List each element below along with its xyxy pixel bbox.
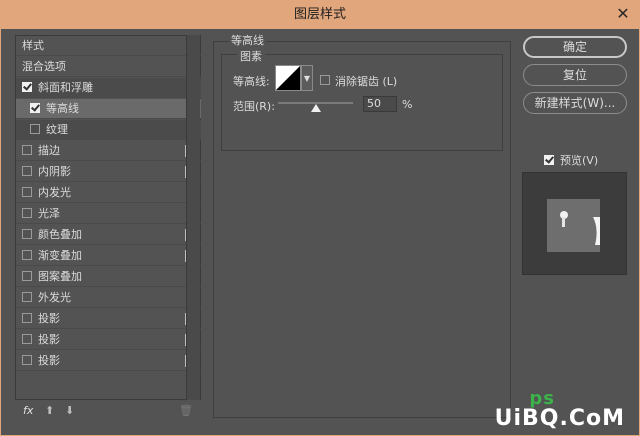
- preview-checkbox-icon[interactable]: [544, 155, 554, 165]
- watermark-logo: ps UiBQ.CoM: [494, 388, 625, 431]
- style-item-label: 颜色叠加: [38, 228, 82, 241]
- range-label: 范围(R):: [233, 100, 275, 113]
- style-item-drop-shadow[interactable]: 投影 +: [16, 330, 201, 350]
- checkbox-icon[interactable]: [22, 334, 32, 344]
- contour-picker[interactable]: [275, 65, 301, 91]
- ok-button[interactable]: 确定: [523, 36, 627, 58]
- fx-icon[interactable]: fx: [23, 404, 33, 417]
- contour-label: 等高线:: [233, 75, 270, 88]
- checkbox-icon[interactable]: [22, 313, 32, 323]
- style-item-label: 投影: [38, 312, 60, 325]
- style-item-texture[interactable]: 纹理: [16, 120, 201, 140]
- checkbox-icon[interactable]: [30, 124, 40, 134]
- checkbox-icon[interactable]: [22, 166, 32, 176]
- style-item-bevel-emboss[interactable]: 斜面和浮雕: [16, 78, 201, 98]
- range-input[interactable]: 50: [363, 96, 397, 112]
- style-item-label: 等高线: [46, 102, 79, 115]
- contour-curve-icon: [276, 66, 300, 90]
- style-item-label: 斜面和浮雕: [38, 81, 93, 94]
- style-item-label: 内阴影: [38, 165, 71, 178]
- styles-header[interactable]: 样式: [16, 36, 201, 56]
- style-item-stroke[interactable]: 描边 +: [16, 141, 201, 161]
- style-item-label: 外发光: [38, 291, 71, 304]
- trash-icon[interactable]: 🗑: [179, 404, 193, 417]
- antialias-checkbox[interactable]: [320, 75, 330, 85]
- style-item-gradient-overlay[interactable]: 渐变叠加 +: [16, 246, 201, 266]
- watermark-ps: ps: [529, 388, 555, 409]
- style-item-pattern-overlay[interactable]: 图案叠加: [16, 267, 201, 287]
- panel-title: 等高线: [229, 32, 266, 48]
- blend-options-item[interactable]: 混合选项: [16, 57, 201, 77]
- style-item-inner-glow[interactable]: 内发光: [16, 183, 201, 203]
- range-slider-thumb[interactable]: [310, 104, 321, 112]
- style-item-label: 投影: [38, 354, 60, 367]
- style-item-drop-shadow[interactable]: 投影 +: [16, 309, 201, 329]
- style-item-label: 描边: [38, 144, 60, 157]
- style-item-label: 渐变叠加: [38, 249, 82, 262]
- checkbox-icon[interactable]: [22, 250, 32, 260]
- antialias-label[interactable]: 消除锯齿 (L): [335, 73, 397, 89]
- window-title: 图层样式: [293, 7, 346, 22]
- checkbox-icon[interactable]: [22, 229, 32, 239]
- reset-button[interactable]: 复位: [523, 64, 627, 86]
- arrow-down-icon[interactable]: ⬇: [65, 404, 74, 417]
- style-item-label: 纹理: [46, 123, 68, 136]
- checkbox-icon[interactable]: [22, 82, 32, 92]
- group-title: 图素: [237, 48, 265, 64]
- preview-swatch: [547, 199, 600, 252]
- style-item-inner-shadow[interactable]: 内阴影 +: [16, 162, 201, 182]
- style-item-label: 投影: [38, 333, 60, 346]
- preview-image: [547, 199, 600, 252]
- checkbox-icon[interactable]: [22, 355, 32, 365]
- checkbox-icon[interactable]: [30, 103, 40, 113]
- checkbox-icon[interactable]: [22, 187, 32, 197]
- checkbox-icon[interactable]: [22, 145, 32, 155]
- preview-label: 预览(V): [560, 154, 599, 167]
- style-item-label: 图案叠加: [38, 270, 82, 283]
- title-bar: 图层样式 ✕: [0, 0, 640, 29]
- style-item-color-overlay[interactable]: 颜色叠加 +: [16, 225, 201, 245]
- arrow-up-icon[interactable]: ⬆: [45, 404, 54, 417]
- checkbox-icon[interactable]: [22, 208, 32, 218]
- style-list-toolbar: fx ⬆ ⬇ 🗑: [21, 404, 201, 422]
- watermark-text: UiBQ.CoM: [494, 406, 625, 431]
- style-item-satin[interactable]: 光泽: [16, 204, 201, 224]
- style-item-label: 内发光: [38, 186, 71, 199]
- checkbox-icon[interactable]: [22, 292, 32, 302]
- range-unit: %: [402, 98, 413, 111]
- checkbox-icon[interactable]: [22, 271, 32, 281]
- style-item-outer-glow[interactable]: 外发光: [16, 288, 201, 308]
- style-item-label: 光泽: [38, 207, 60, 220]
- style-item-contour[interactable]: 等高线: [16, 99, 201, 119]
- close-button[interactable]: ✕: [612, 4, 634, 24]
- chevron-down-icon[interactable]: ▼: [301, 65, 313, 91]
- style-list: 样式 混合选项 斜面和浮雕 等高线 纹理 描边 + 内阴影 + 内发光 光泽 颜…: [15, 35, 201, 400]
- style-item-drop-shadow[interactable]: 投影 +: [16, 351, 201, 371]
- style-list-scrollbar[interactable]: [186, 35, 200, 400]
- dialog-body: 样式 混合选项 斜面和浮雕 等高线 纹理 描边 + 内阴影 + 内发光 光泽 颜…: [0, 29, 640, 436]
- new-style-button[interactable]: 新建样式(W)...: [523, 92, 627, 114]
- preview-toggle[interactable]: 预览(V): [544, 152, 598, 168]
